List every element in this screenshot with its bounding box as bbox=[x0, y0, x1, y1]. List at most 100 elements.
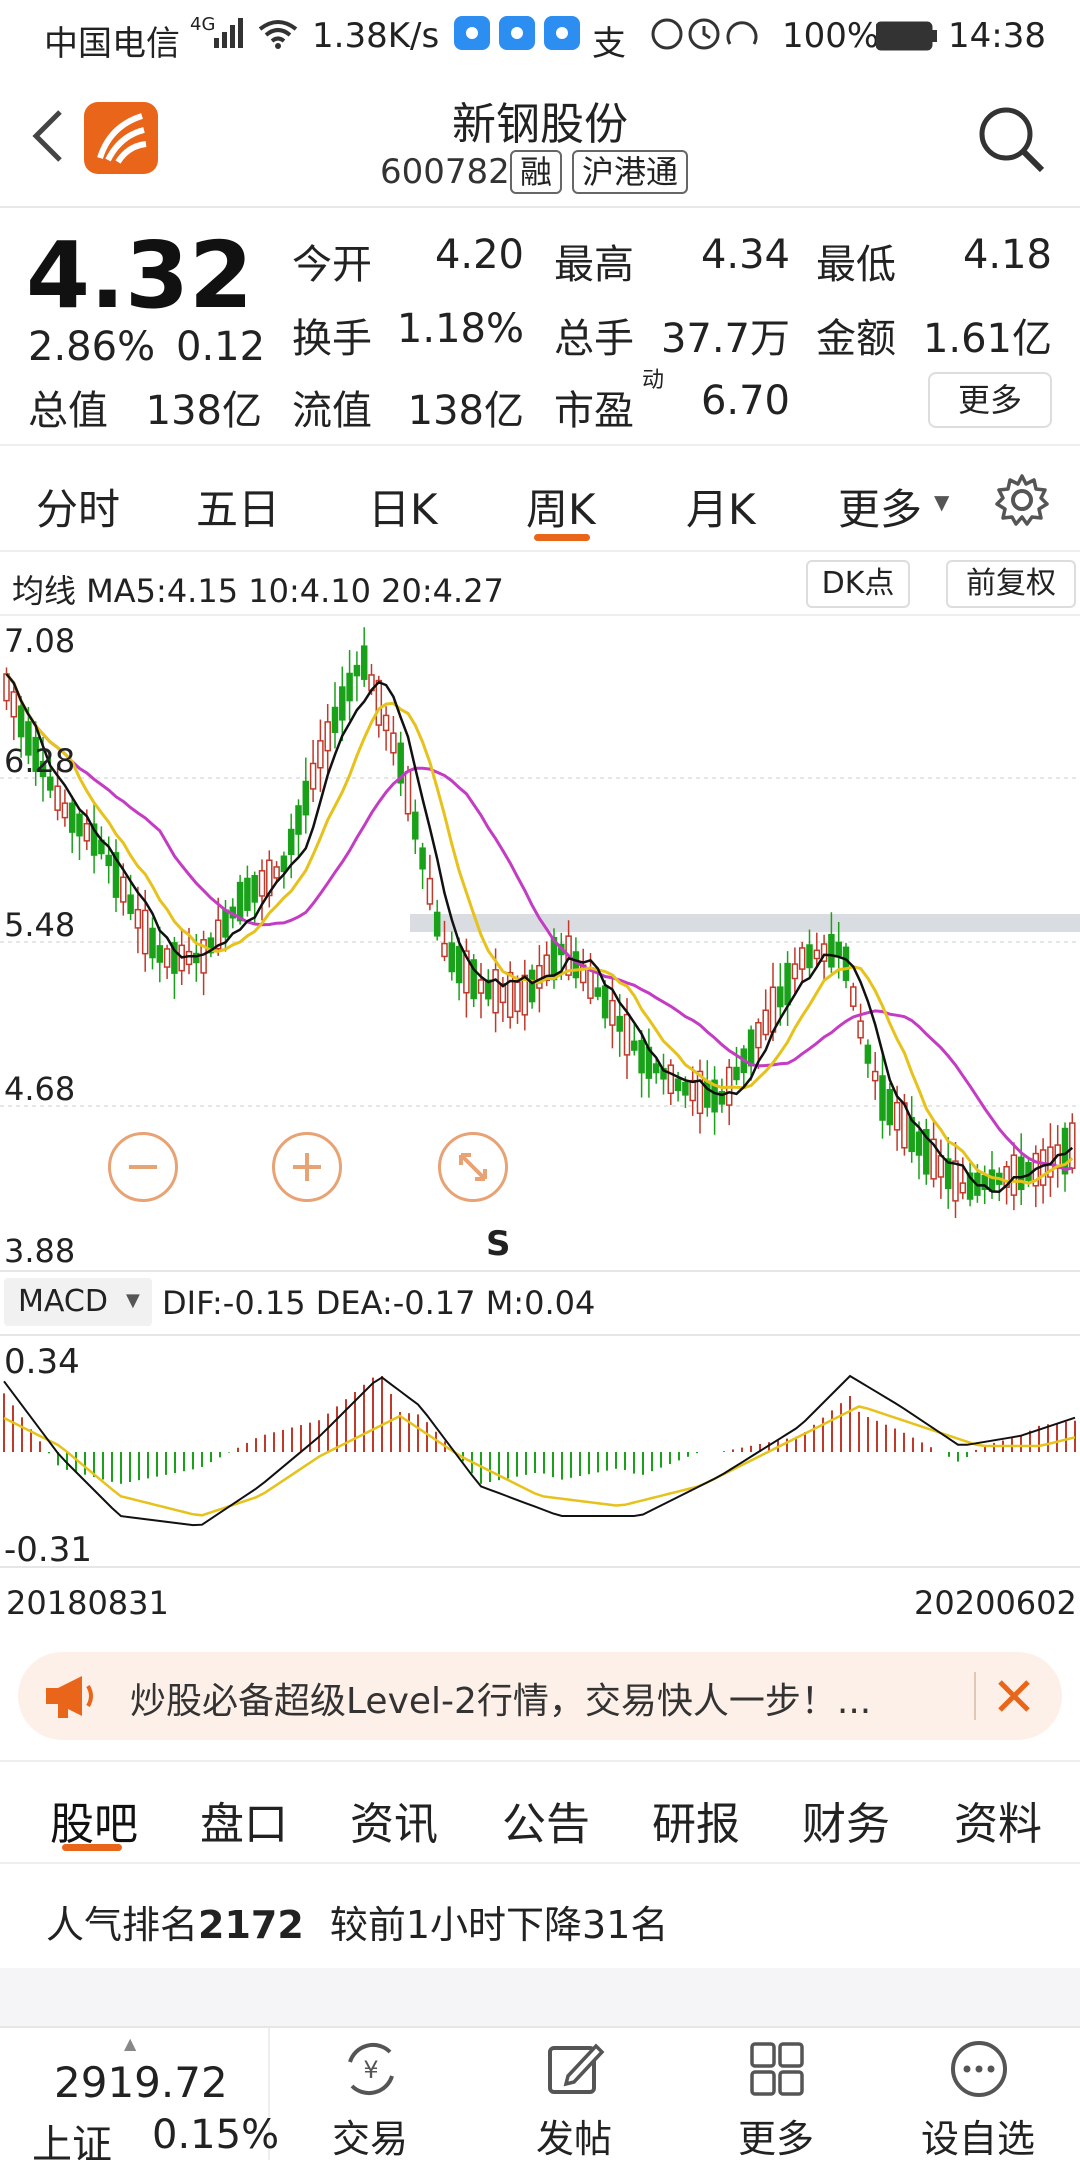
candle-body bbox=[477, 979, 485, 994]
margin-tag: 融 bbox=[510, 150, 563, 194]
dk-point-button[interactable]: DK点 bbox=[806, 560, 910, 608]
dea-line bbox=[3, 1405, 1076, 1517]
candle-body bbox=[506, 971, 514, 1018]
candle-body bbox=[806, 944, 813, 969]
tab-stock-forum[interactable]: 股吧 bbox=[50, 1788, 138, 1852]
candle-body bbox=[536, 964, 543, 989]
candle-body bbox=[850, 986, 857, 1007]
bottom-nav: ▲ 2919.72 上证 0.15% ¥ 交易 发帖 更多 设自选 bbox=[0, 2026, 1080, 2160]
sell-marker: S bbox=[486, 1224, 511, 1264]
macd-selector[interactable]: MACD ▼ bbox=[4, 1278, 152, 1326]
nav-add-watchlist[interactable]: 设自选 bbox=[898, 2028, 1058, 2160]
tab-research[interactable]: 研报 bbox=[652, 1788, 740, 1852]
forward-adjust-button[interactable]: 前复权 bbox=[946, 560, 1076, 608]
nav-post[interactable]: 发帖 bbox=[494, 2028, 654, 2160]
y-label-bottom: 3.88 bbox=[4, 1232, 76, 1270]
candle-body bbox=[1010, 1154, 1018, 1196]
candle-body bbox=[68, 802, 76, 833]
candle-body bbox=[309, 762, 317, 790]
candle-body bbox=[134, 908, 142, 929]
candle-body bbox=[631, 1040, 638, 1051]
candle-body bbox=[682, 1081, 689, 1096]
candle-body bbox=[1025, 1162, 1032, 1181]
zoom-in-button[interactable] bbox=[272, 1132, 342, 1202]
candle-body bbox=[353, 664, 361, 677]
candle-body bbox=[601, 985, 609, 1019]
more-quote-button[interactable]: 更多 bbox=[928, 372, 1052, 428]
candle-body bbox=[346, 672, 353, 702]
candle-body bbox=[441, 942, 448, 958]
candle-body bbox=[638, 1039, 645, 1074]
candle-body bbox=[1017, 1156, 1025, 1191]
caret-up-icon: ▲ bbox=[124, 2034, 137, 2053]
tab-weekly-k[interactable]: 周K bbox=[526, 476, 596, 537]
candle-body bbox=[777, 986, 784, 1008]
tab-five-day[interactable]: 五日 bbox=[196, 476, 280, 537]
candle-body bbox=[784, 962, 791, 1006]
candle-body bbox=[120, 876, 127, 903]
candle-body bbox=[390, 732, 397, 754]
gear-icon[interactable] bbox=[994, 472, 1050, 528]
search-icon[interactable] bbox=[976, 104, 1046, 174]
svg-text:¥: ¥ bbox=[363, 2056, 378, 2084]
nav-trade[interactable]: ¥ 交易 bbox=[290, 2028, 450, 2160]
amount-label: 金额 bbox=[816, 316, 896, 362]
candle-body bbox=[17, 705, 25, 738]
candle-body bbox=[273, 866, 280, 879]
tab-order-book[interactable]: 盘口 bbox=[200, 1788, 288, 1852]
float-value: 138亿 bbox=[407, 388, 524, 434]
candle-body bbox=[514, 981, 521, 1013]
nav-more[interactable]: 更多 bbox=[696, 2028, 856, 2160]
active-tab-indicator bbox=[534, 534, 590, 541]
macd-chart[interactable]: 0.34 -0.31 bbox=[0, 1334, 1080, 1570]
candle-body bbox=[127, 894, 134, 914]
candle-body bbox=[331, 706, 339, 733]
index-ticker[interactable]: ▲ 2919.72 上证 0.15% bbox=[0, 2028, 279, 2160]
tab-announcements[interactable]: 公告 bbox=[502, 1788, 590, 1852]
kline-chart[interactable]: 7.08 6.28 5.48 4.68 3.88 S bbox=[0, 618, 1080, 1270]
candle-body bbox=[769, 986, 777, 1033]
popularity-number: 2172 bbox=[198, 1903, 304, 1947]
close-icon[interactable] bbox=[986, 1668, 1042, 1724]
tab-intraday[interactable]: 分时 bbox=[36, 476, 120, 537]
candle-body bbox=[455, 945, 463, 984]
more-dots-icon bbox=[948, 2038, 1010, 2100]
low-label: 最低 bbox=[816, 242, 896, 288]
macd-header: MACD ▼ DIF:-0.15 DEA:-0.17 M:0.04 bbox=[0, 1270, 1080, 1332]
zoom-out-button[interactable] bbox=[108, 1132, 178, 1202]
y-label-4: 4.68 bbox=[4, 1070, 76, 1108]
tab-monthly-k[interactable]: 月K bbox=[686, 476, 756, 537]
candle-body bbox=[886, 1088, 894, 1126]
candle-body bbox=[813, 949, 821, 960]
y-label-3: 5.48 bbox=[4, 906, 76, 944]
tab-daily-k[interactable]: 日K bbox=[368, 476, 438, 537]
change-percent: 2.86% bbox=[28, 324, 156, 370]
battery-icon bbox=[875, 20, 938, 60]
candle-body bbox=[952, 1160, 959, 1202]
fullscreen-button[interactable] bbox=[438, 1132, 508, 1202]
candle-body bbox=[988, 1169, 996, 1192]
candle-body bbox=[864, 1044, 872, 1064]
candle-body bbox=[339, 686, 346, 721]
candle-body bbox=[733, 1066, 740, 1081]
status-bar: 中国电信 4G 1.38K/s 支 100% 14:38 bbox=[0, 0, 1080, 74]
high-label: 最高 bbox=[554, 242, 634, 288]
nav-add-watchlist-label: 设自选 bbox=[920, 2117, 1035, 2160]
promo-banner[interactable]: 炒股必备超级Level-2行情，交易快人一步！... bbox=[18, 1652, 1062, 1740]
tab-more[interactable]: 更多 bbox=[838, 476, 922, 537]
tab-profile[interactable]: 资料 bbox=[954, 1788, 1042, 1852]
tab-news[interactable]: 资讯 bbox=[350, 1788, 438, 1852]
open-value: 4.20 bbox=[434, 232, 524, 278]
macd-values: DIF:-0.15 DEA:-0.17 M:0.04 bbox=[162, 1284, 596, 1322]
alipay-icon: 支 bbox=[592, 24, 626, 64]
candle-body bbox=[54, 785, 61, 811]
edit-icon bbox=[544, 2038, 606, 2100]
tab-financials[interactable]: 财务 bbox=[802, 1788, 890, 1852]
quote-panel: 4.32 2.86% 0.12 总值 138亿 今开 4.20 最高 4.34 … bbox=[0, 210, 1080, 446]
index-value: 2919.72 bbox=[54, 2058, 228, 2107]
signal-icon bbox=[214, 16, 248, 57]
candle-body bbox=[835, 941, 842, 957]
popularity-prefix: 人气排名 bbox=[46, 1903, 199, 1947]
network-type: 4G bbox=[190, 14, 216, 35]
section-spacer bbox=[0, 1968, 1080, 2026]
